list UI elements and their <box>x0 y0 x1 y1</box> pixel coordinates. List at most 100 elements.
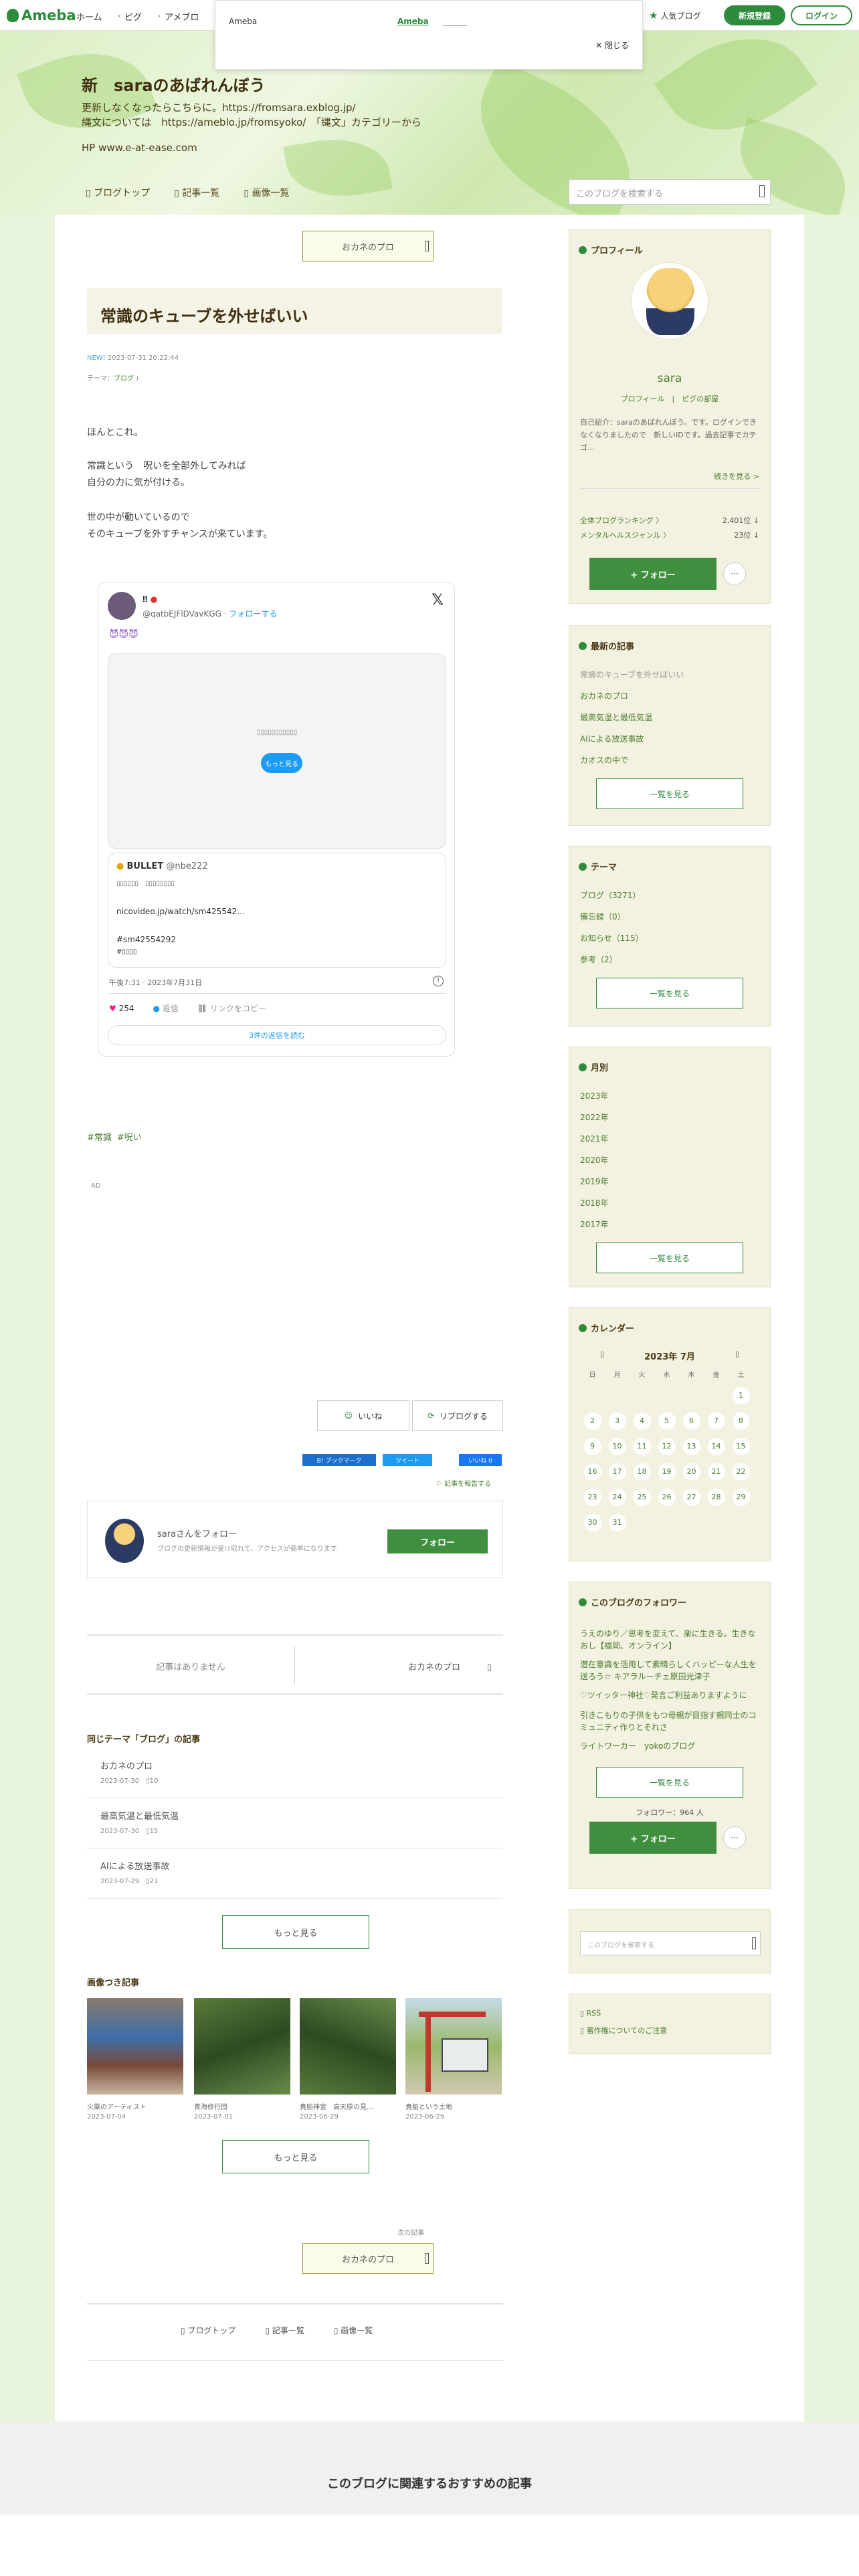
tweet-avatar[interactable] <box>108 592 136 620</box>
calendar-day[interactable]: 21 <box>707 1463 725 1481</box>
search-icon[interactable] <box>752 1937 756 1949</box>
month-link[interactable]: 2018年 <box>580 1197 609 1208</box>
related-article[interactable]: AIによる放送事故 2023-07-29 ▯21 <box>87 1848 502 1899</box>
hatena-bookmark-button[interactable]: B! ブックマーク <box>302 1454 376 1466</box>
blog-title[interactable]: 新 saraのあばれんぼう <box>82 72 266 96</box>
month-link[interactable]: 2023年 <box>580 1090 609 1101</box>
tweet-like[interactable]: ♥ 254 <box>109 1004 134 1013</box>
profile-more-options-button[interactable]: ··· <box>723 562 746 585</box>
tweet-button[interactable]: ツイート <box>383 1454 432 1466</box>
hashtag-link[interactable]: #常識 <box>87 1130 112 1143</box>
image-article-thumb[interactable] <box>300 1998 396 2095</box>
calendar-day[interactable]: 6 <box>682 1412 700 1430</box>
popover-link[interactable]: Ameba <box>397 17 429 26</box>
calendar-day[interactable]: 22 <box>732 1463 750 1481</box>
top-next-article-button[interactable]: おカネのプロ <box>302 231 434 261</box>
quoted-tweet[interactable]: ● BULLET @nbe222 ▯▯▯▯▯▯ ▯▯▯▯▯▯▯▯ nicovid… <box>108 853 446 968</box>
header-search-input[interactable]: このブログを検索する <box>569 179 771 205</box>
image-articles-more-button[interactable]: もっと見る <box>222 2140 369 2173</box>
quoted-tag[interactable]: #▯▯▯▯ <box>116 948 136 956</box>
related-article[interactable]: 最高気温と最低気温 2023-07-30 ▯15 <box>87 1798 502 1848</box>
profile-follow-button[interactable]: + フォロー <box>589 558 717 590</box>
tweet-follow-link[interactable]: フォローする <box>229 609 277 619</box>
image-article-title[interactable]: 火薬のアーティスト <box>87 2101 147 2111</box>
image-article-title[interactable]: 貴船という土地 <box>405 2101 452 2111</box>
calendar-day[interactable]: 10 <box>608 1438 626 1455</box>
follower-link[interactable]: 引きこもりの子供をもつ母親が目指す親同士のコミュニティ作りとそれさ <box>580 1709 761 1733</box>
search-icon[interactable] <box>759 185 765 197</box>
calendar-day[interactable]: 28 <box>707 1489 725 1506</box>
ameba-logo[interactable]: Ameba <box>7 7 76 23</box>
info-icon[interactable]: i <box>433 976 444 986</box>
recent-more-button[interactable]: 一覧を見る <box>596 778 743 809</box>
copyright-notice-link[interactable]: ▯ 著作権についてのご注意 <box>580 2025 667 2036</box>
theme-link[interactable]: ブログ（3271） <box>580 889 641 901</box>
quoted-tag[interactable]: #sm42554292 <box>116 935 176 944</box>
calendar-day[interactable]: 3 <box>608 1412 626 1430</box>
theme-link[interactable]: 備忘録（0） <box>580 911 626 922</box>
author-avatar[interactable] <box>105 1519 144 1563</box>
calendar-day[interactable]: 7 <box>707 1412 725 1430</box>
monthly-more-button[interactable]: 一覧を見る <box>596 1243 743 1273</box>
calendar-day[interactable]: 14 <box>707 1438 725 1455</box>
calendar-day[interactable]: 12 <box>658 1438 676 1455</box>
login-button[interactable]: ログイン <box>791 5 852 25</box>
calendar-day[interactable]: 17 <box>608 1463 626 1481</box>
tweet-share[interactable]: ⛓ リンクをコピー <box>197 1002 266 1014</box>
read-replies-button[interactable]: 3件の返信を読む <box>108 1025 446 1045</box>
bottom-nav-article-list[interactable]: ▯ 記事一覧 <box>265 2325 304 2336</box>
calendar-day[interactable]: 2 <box>583 1412 601 1430</box>
next-article-link[interactable]: おカネのプロ ▯ <box>408 1660 492 1673</box>
calendar-day[interactable]: 19 <box>658 1463 676 1481</box>
sidebar-search-input[interactable]: このブログを検索する <box>580 1931 761 1955</box>
calendar-day[interactable]: 13 <box>682 1438 700 1455</box>
calendar-day[interactable]: 1 <box>732 1387 750 1404</box>
image-article-thumb[interactable] <box>87 1998 183 2095</box>
month-link[interactable]: 2022年 <box>580 1111 609 1123</box>
recent-article-link[interactable]: カオスの中で <box>580 754 628 766</box>
profile-more-link[interactable]: 続きを見る > <box>714 471 759 481</box>
calendar-day[interactable]: 24 <box>608 1489 626 1506</box>
facebook-like-button[interactable]: いいね 0 <box>459 1454 502 1466</box>
ranking-overall[interactable]: 全体ブログランキング 〉 <box>580 515 663 526</box>
same-theme-more-button[interactable]: もっと見る <box>222 1915 369 1949</box>
popover-input[interactable] <box>443 17 467 26</box>
recent-article-link[interactable]: 最高気温と最低気温 <box>580 712 652 723</box>
image-article-thumb[interactable] <box>405 1998 502 2095</box>
report-link[interactable]: ⚐ 記事を報告する <box>436 1478 491 1488</box>
tweet-user-name[interactable]: ‼ ● <box>142 595 157 604</box>
profile-link[interactable]: プロフィール <box>621 395 665 403</box>
pigg-room-link[interactable]: ピグの部屋 <box>682 395 719 403</box>
calendar-day[interactable]: 23 <box>583 1489 601 1506</box>
recent-article-link[interactable]: おカネのプロ <box>580 690 628 702</box>
calendar-day[interactable]: 31 <box>608 1514 626 1531</box>
profile-name[interactable]: sara <box>569 372 770 385</box>
reblog-button[interactable]: ⟳ リブログする <box>412 1400 503 1431</box>
calendar-next-button[interactable]: ▯ <box>735 1350 739 1358</box>
calendar-day[interactable]: 8 <box>732 1412 750 1430</box>
like-button[interactable]: ☺ いいね <box>317 1400 409 1431</box>
popover-close-button[interactable]: ✕ 閉じる <box>595 39 629 51</box>
nav-image-list[interactable]: ▯ 画像一覧 <box>244 186 289 199</box>
calendar-day[interactable]: 29 <box>732 1489 750 1506</box>
quoted-link[interactable]: nicovideo.jp/watch/sm425542… <box>116 907 245 916</box>
signup-button[interactable]: 新規登録 <box>724 5 785 25</box>
related-article[interactable]: おカネのプロ 2023-07-30 ▯10 <box>87 1748 502 1798</box>
ranking-genre[interactable]: メンタルヘルスジャンル 〉 <box>580 530 670 540</box>
follower-link[interactable]: 潜在意識を活用して素晴らしくハッピーな人生を送ろう☆ キアラルーチェ原田光津子 <box>580 1658 761 1683</box>
tweet-media[interactable]: ▯▯▯▯▯▯▯▯▯▯▯ もっと見る <box>108 653 446 849</box>
calendar-day[interactable]: 5 <box>658 1412 676 1430</box>
calendar-day[interactable]: 18 <box>633 1463 651 1481</box>
nav-home[interactable]: › ホーム <box>70 10 102 23</box>
bottom-nav-image-list[interactable]: ▯ 画像一覧 <box>334 2325 373 2336</box>
followers-follow-button[interactable]: + フォロー <box>589 1822 717 1854</box>
month-link[interactable]: 2017年 <box>580 1218 609 1230</box>
nav-ameblo[interactable]: › アメブロ <box>158 10 199 23</box>
theme-link[interactable]: お知らせ（115） <box>580 932 644 944</box>
calendar-day[interactable]: 30 <box>583 1514 601 1531</box>
theme-link[interactable]: 参考（2） <box>580 954 617 965</box>
month-link[interactable]: 2021年 <box>580 1133 609 1144</box>
nav-article-list[interactable]: ▯ 記事一覧 <box>174 186 219 199</box>
calendar-day[interactable]: 16 <box>583 1463 601 1481</box>
nav-blog-top[interactable]: ▯ ブログトップ <box>86 186 150 199</box>
